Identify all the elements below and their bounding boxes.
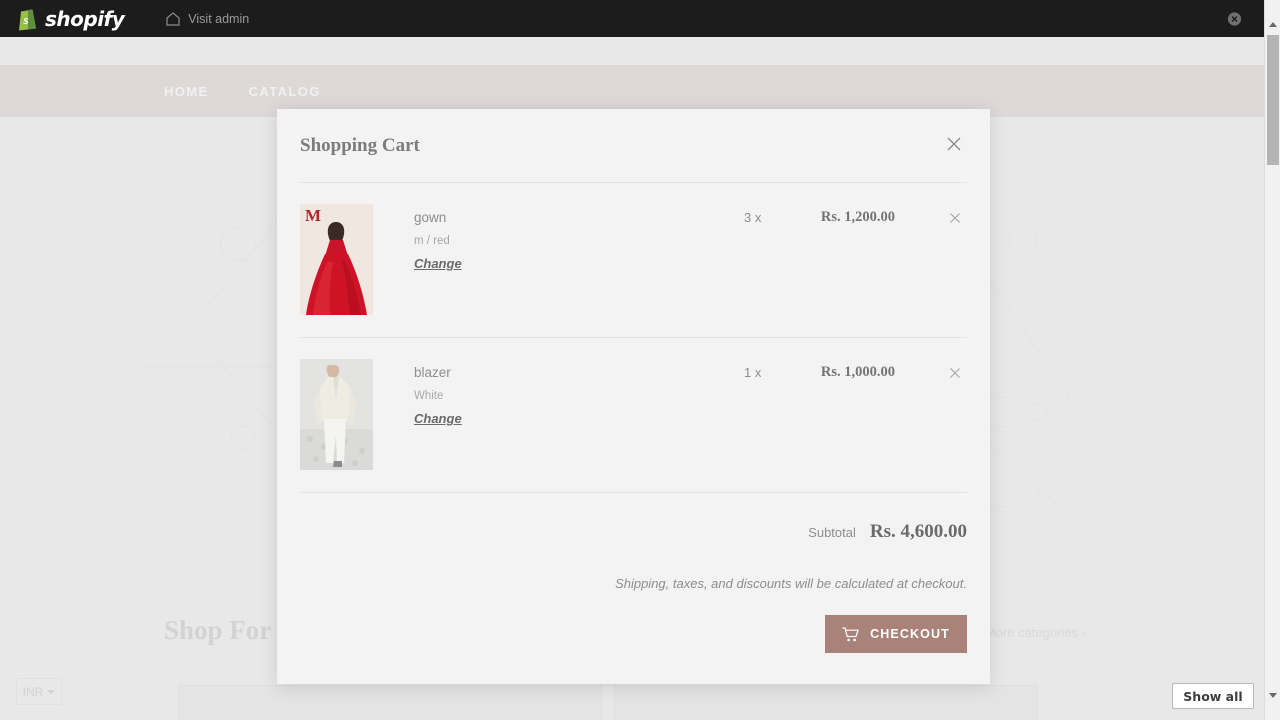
shopify-bag-icon: s (17, 7, 38, 31)
scroll-down-arrow[interactable] (1269, 693, 1277, 698)
cart-item-title: gown (414, 210, 704, 226)
shopping-cart-icon (842, 627, 859, 642)
close-circle-icon[interactable] (1227, 11, 1242, 26)
subtotal-row: Subtotal Rs. 4,600.00 (300, 521, 967, 543)
change-variant-link[interactable]: Change (414, 411, 462, 426)
remove-item-icon[interactable] (947, 210, 963, 226)
cart-header: Shopping Cart (300, 109, 967, 182)
show-all-button[interactable]: Show all (1172, 683, 1254, 709)
subtotal-label: Subtotal (808, 525, 856, 540)
scroll-up-arrow[interactable] (1269, 22, 1277, 27)
shopify-admin-bar: s shopify Visit admin (0, 0, 1264, 37)
cart-item-variant: m / red (414, 235, 704, 247)
cart-footer: Subtotal Rs. 4,600.00 Shipping, taxes, a… (300, 493, 967, 653)
svg-text:M: M (305, 206, 321, 225)
cart-item-price: Rs. 1,000.00 (775, 361, 895, 385)
cart-item-quantity: 1 x (744, 365, 761, 380)
product-thumbnail[interactable] (300, 359, 373, 470)
shopify-logo[interactable]: s shopify (17, 7, 124, 31)
svg-text:s: s (23, 12, 29, 27)
checkout-button[interactable]: CHECKOUT (825, 615, 967, 653)
scrollbar-thumb[interactable] (1267, 35, 1279, 165)
home-icon (166, 12, 180, 26)
checkout-row: CHECKOUT (300, 615, 967, 653)
vertical-scrollbar[interactable] (1264, 0, 1280, 720)
close-icon[interactable] (944, 134, 964, 154)
visit-admin-link[interactable]: Visit admin (166, 12, 249, 26)
visit-admin-label: Visit admin (188, 12, 249, 26)
cart-item-title: blazer (414, 365, 704, 381)
product-thumbnail[interactable]: M (300, 204, 373, 315)
remove-item-icon[interactable] (947, 365, 963, 381)
cart-item-info: gown m / red Change (414, 204, 704, 273)
checkout-label: CHECKOUT (870, 627, 950, 641)
cart-item-price: Rs. 1,200.00 (775, 206, 895, 230)
shopify-wordmark: shopify (45, 7, 124, 31)
change-variant-link[interactable]: Change (414, 256, 462, 271)
cart-item: M gown m / red Change 3 x Rs. 1,200.00 (300, 183, 967, 337)
shopping-cart-modal: Shopping Cart M (277, 109, 990, 684)
page-root: HOME CATALOG Shop For More categories › … (0, 0, 1280, 720)
cart-item: blazer White Change 1 x Rs. 1,000.00 (300, 338, 967, 492)
subtotal-value: Rs. 4,600.00 (870, 521, 967, 543)
cart-item-info: blazer White Change (414, 359, 704, 428)
cart-item-variant: White (414, 390, 704, 402)
shipping-note: Shipping, taxes, and discounts will be c… (300, 576, 967, 591)
cart-item-quantity: 3 x (744, 210, 761, 225)
page-title: Shopping Cart (300, 135, 420, 157)
